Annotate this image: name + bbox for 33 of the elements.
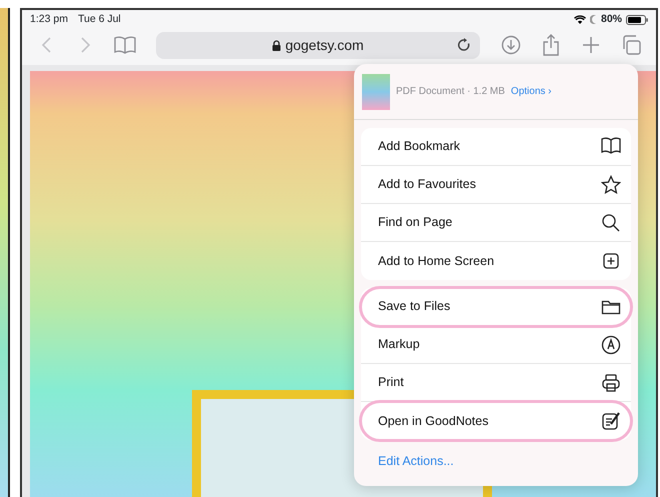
address-bar[interactable]: gogetsy.com [156, 32, 480, 58]
status-time: 1:23 pm [30, 12, 68, 27]
tabs-icon [621, 35, 641, 55]
status-date: Tue 6 Jul [78, 12, 121, 27]
menu-item[interactable]: Add to Favourites [361, 166, 631, 204]
document-thumbnail [362, 74, 390, 110]
lock-icon [272, 40, 282, 50]
plus-square-icon [601, 251, 621, 271]
book-icon [114, 36, 136, 54]
menu-item[interactable]: Find on Page [361, 204, 631, 242]
reload-icon[interactable] [456, 36, 472, 52]
battery-icon [626, 14, 648, 24]
menu-item[interactable]: Markup [361, 326, 631, 364]
download-icon [501, 35, 521, 55]
options-link[interactable]: Options › [510, 84, 552, 99]
menu-item[interactable]: Add Bookmark [361, 128, 631, 166]
url-text: gogetsy.com [285, 36, 364, 55]
share-icon [542, 34, 560, 56]
highlighted-menu-item[interactable]: Open in GoodNotes [361, 402, 631, 440]
highlighted-menu-item[interactable]: Save to Files [361, 288, 631, 326]
search-icon [601, 212, 621, 232]
file-info: PDF Document · 1.2 MB [396, 85, 505, 99]
star-icon [601, 174, 621, 194]
battery-percentage: 80% [600, 12, 622, 27]
moon-icon [590, 15, 597, 24]
plus-icon [582, 36, 600, 54]
wifi-icon [574, 15, 586, 24]
menu-item[interactable]: Add to Home Screen [361, 242, 631, 280]
menu-item[interactable]: Print [361, 364, 631, 402]
pen-circle-icon [601, 334, 621, 354]
book-icon [601, 136, 621, 156]
printer-icon [601, 372, 621, 392]
notepad-pen-icon [601, 411, 621, 431]
